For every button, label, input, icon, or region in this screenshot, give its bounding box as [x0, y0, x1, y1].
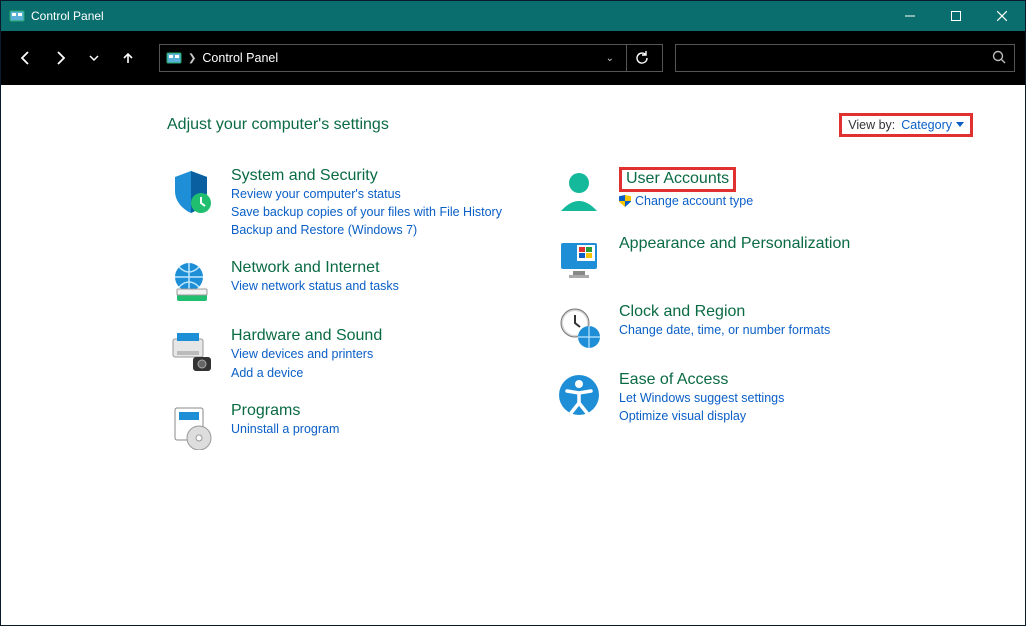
category-link[interactable]: View devices and printers [231, 345, 382, 363]
breadcrumb-control-panel[interactable]: Control Panel [202, 51, 278, 65]
category-ease-of-access: Ease of Access Let Windows suggest setti… [555, 371, 905, 425]
category-title[interactable]: Hardware and Sound [231, 327, 382, 345]
category-link[interactable]: Add a device [231, 364, 382, 382]
category-link[interactable]: Change account type [619, 192, 753, 210]
window-frame: Control Panel ❯ Control Panel ⌄ [0, 0, 1026, 626]
view-by-value-text: Category [901, 118, 952, 132]
forward-button[interactable] [45, 43, 75, 73]
titlebar: Control Panel [1, 1, 1025, 31]
back-button[interactable] [11, 43, 41, 73]
recent-locations-button[interactable] [79, 43, 109, 73]
categories-left-column: System and Security Review your computer… [167, 167, 517, 470]
category-link[interactable]: Uninstall a program [231, 420, 339, 438]
programs-disc-icon [167, 402, 215, 450]
close-button[interactable] [979, 1, 1025, 31]
categories-columns: System and Security Review your computer… [167, 167, 985, 470]
accessibility-icon [555, 371, 603, 419]
chevron-right-icon[interactable]: ❯ [188, 53, 196, 64]
search-box[interactable] [675, 44, 1015, 72]
category-system-and-security: System and Security Review your computer… [167, 167, 517, 239]
page-title: Adjust your computer's settings [167, 116, 389, 134]
up-button[interactable] [113, 43, 143, 73]
category-link[interactable]: Optimize visual display [619, 407, 784, 425]
category-link[interactable]: Backup and Restore (Windows 7) [231, 221, 502, 239]
category-link[interactable]: Review your computer's status [231, 185, 502, 203]
globe-network-icon [167, 259, 215, 307]
maximize-button[interactable] [933, 1, 979, 31]
category-clock-region: Clock and Region Change date, time, or n… [555, 303, 905, 351]
view-by-control[interactable]: View by: Category [839, 113, 973, 137]
category-user-accounts: User Accounts Change account type [555, 167, 905, 215]
category-programs: Programs Uninstall a program [167, 402, 517, 450]
category-title[interactable]: Appearance and Personalization [619, 235, 850, 253]
control-panel-icon [9, 8, 25, 24]
category-title[interactable]: Network and Internet [231, 259, 380, 277]
category-title[interactable]: Clock and Region [619, 303, 745, 321]
printer-camera-icon [167, 327, 215, 375]
category-title[interactable]: User Accounts [626, 170, 729, 188]
category-title[interactable]: Programs [231, 402, 300, 420]
chevron-down-icon [956, 122, 964, 128]
category-title[interactable]: System and Security [231, 167, 378, 185]
monitor-colors-icon [555, 235, 603, 283]
content-header: Adjust your computer's settings View by:… [167, 113, 985, 137]
toolbar: ❯ Control Panel ⌄ [1, 31, 1025, 85]
category-hardware-and-sound: Hardware and Sound View devices and prin… [167, 327, 517, 381]
category-link[interactable]: Let Windows suggest settings [619, 389, 784, 407]
address-bar[interactable]: ❯ Control Panel ⌄ [159, 44, 663, 72]
shield-icon [167, 167, 215, 215]
category-title[interactable]: Ease of Access [619, 371, 728, 389]
category-network-and-internet: Network and Internet View network status… [167, 259, 517, 307]
view-by-value[interactable]: Category [901, 118, 964, 132]
highlight-box: User Accounts [619, 167, 736, 192]
window-title: Control Panel [31, 9, 104, 23]
category-link[interactable]: Save backup copies of your files with Fi… [231, 203, 502, 221]
refresh-button[interactable] [626, 44, 656, 72]
content-area: Adjust your computer's settings View by:… [1, 85, 1025, 625]
minimize-button[interactable] [887, 1, 933, 31]
category-appearance-personalization: Appearance and Personalization [555, 235, 905, 283]
category-link[interactable]: View network status and tasks [231, 277, 399, 295]
search-icon [992, 50, 1006, 67]
user-icon [555, 167, 603, 215]
control-panel-icon [166, 50, 182, 66]
clock-globe-icon [555, 303, 603, 351]
chevron-down-icon[interactable]: ⌄ [606, 53, 614, 64]
view-by-label: View by: [848, 118, 895, 132]
category-link[interactable]: Change date, time, or number formats [619, 321, 830, 339]
categories-right-column: User Accounts Change account type Appear… [555, 167, 905, 470]
